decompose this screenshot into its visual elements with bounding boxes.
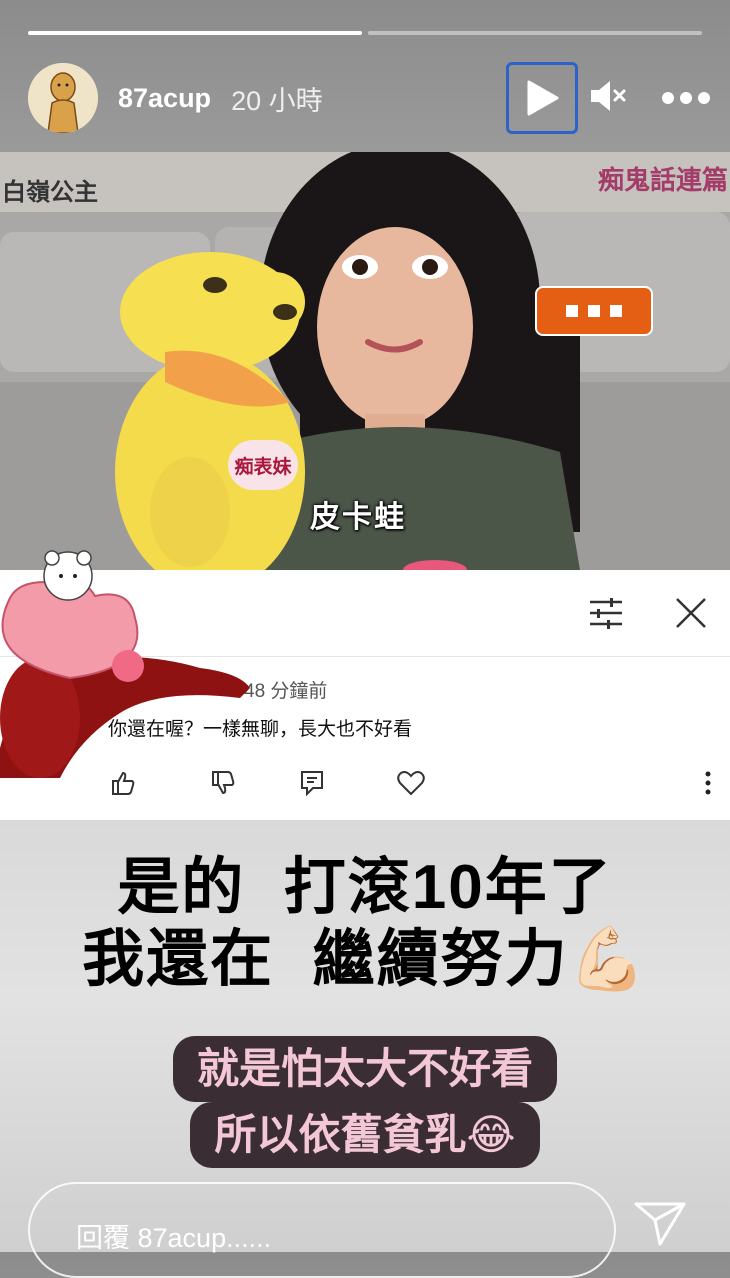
- mute-button[interactable]: [588, 76, 628, 121]
- logo-badge: 白嶺公主: [2, 177, 98, 206]
- more-dots-icon: [662, 92, 674, 104]
- more-vertical-icon[interactable]: [700, 770, 716, 796]
- username[interactable]: 87acup: [118, 83, 211, 114]
- channel-badge: 痴鬼話連篇: [597, 166, 728, 196]
- progress-segment-2: [368, 31, 702, 35]
- play-icon: [527, 80, 559, 116]
- speech-bubble: [535, 286, 653, 336]
- name-tag: 痴表妹: [228, 440, 298, 490]
- play-button[interactable]: [506, 62, 578, 134]
- progress-segment-1: [28, 31, 362, 35]
- close-icon[interactable]: [674, 596, 708, 630]
- caption-line-2: 我還在 繼續努力💪🏻: [82, 925, 648, 994]
- heart-icon[interactable]: [397, 770, 425, 796]
- reply-input[interactable]: 回覆 87acup......: [28, 1182, 616, 1278]
- story-header: 87acup 20 小時: [28, 60, 710, 136]
- video-caption: 皮卡蛙: [310, 501, 406, 534]
- filter-icon[interactable]: [588, 596, 624, 630]
- mute-icon: [591, 80, 626, 111]
- caption-line-1: 是的 打滾10年了: [117, 853, 613, 922]
- story-progress: [28, 31, 702, 35]
- more-options-button[interactable]: [662, 92, 710, 104]
- story-caption: 是的 打滾10年了 我還在 繼續努力💪🏻: [0, 852, 730, 996]
- pill-line-2: 所以依舊貧乳😂: [190, 1102, 540, 1168]
- avatar[interactable]: [28, 63, 98, 133]
- reply-placeholder: 回覆 87acup......: [76, 1223, 272, 1253]
- send-icon[interactable]: [634, 1200, 686, 1246]
- heart-bear-sticker: [0, 550, 250, 778]
- pill-line-1: 就是怕太大不好看: [172, 1036, 557, 1102]
- highlight-caption: 就是怕太大不好看 所以依舊貧乳😂: [0, 1036, 730, 1168]
- post-time: 20 小時: [231, 85, 323, 116]
- reply-comment-icon[interactable]: [300, 770, 324, 796]
